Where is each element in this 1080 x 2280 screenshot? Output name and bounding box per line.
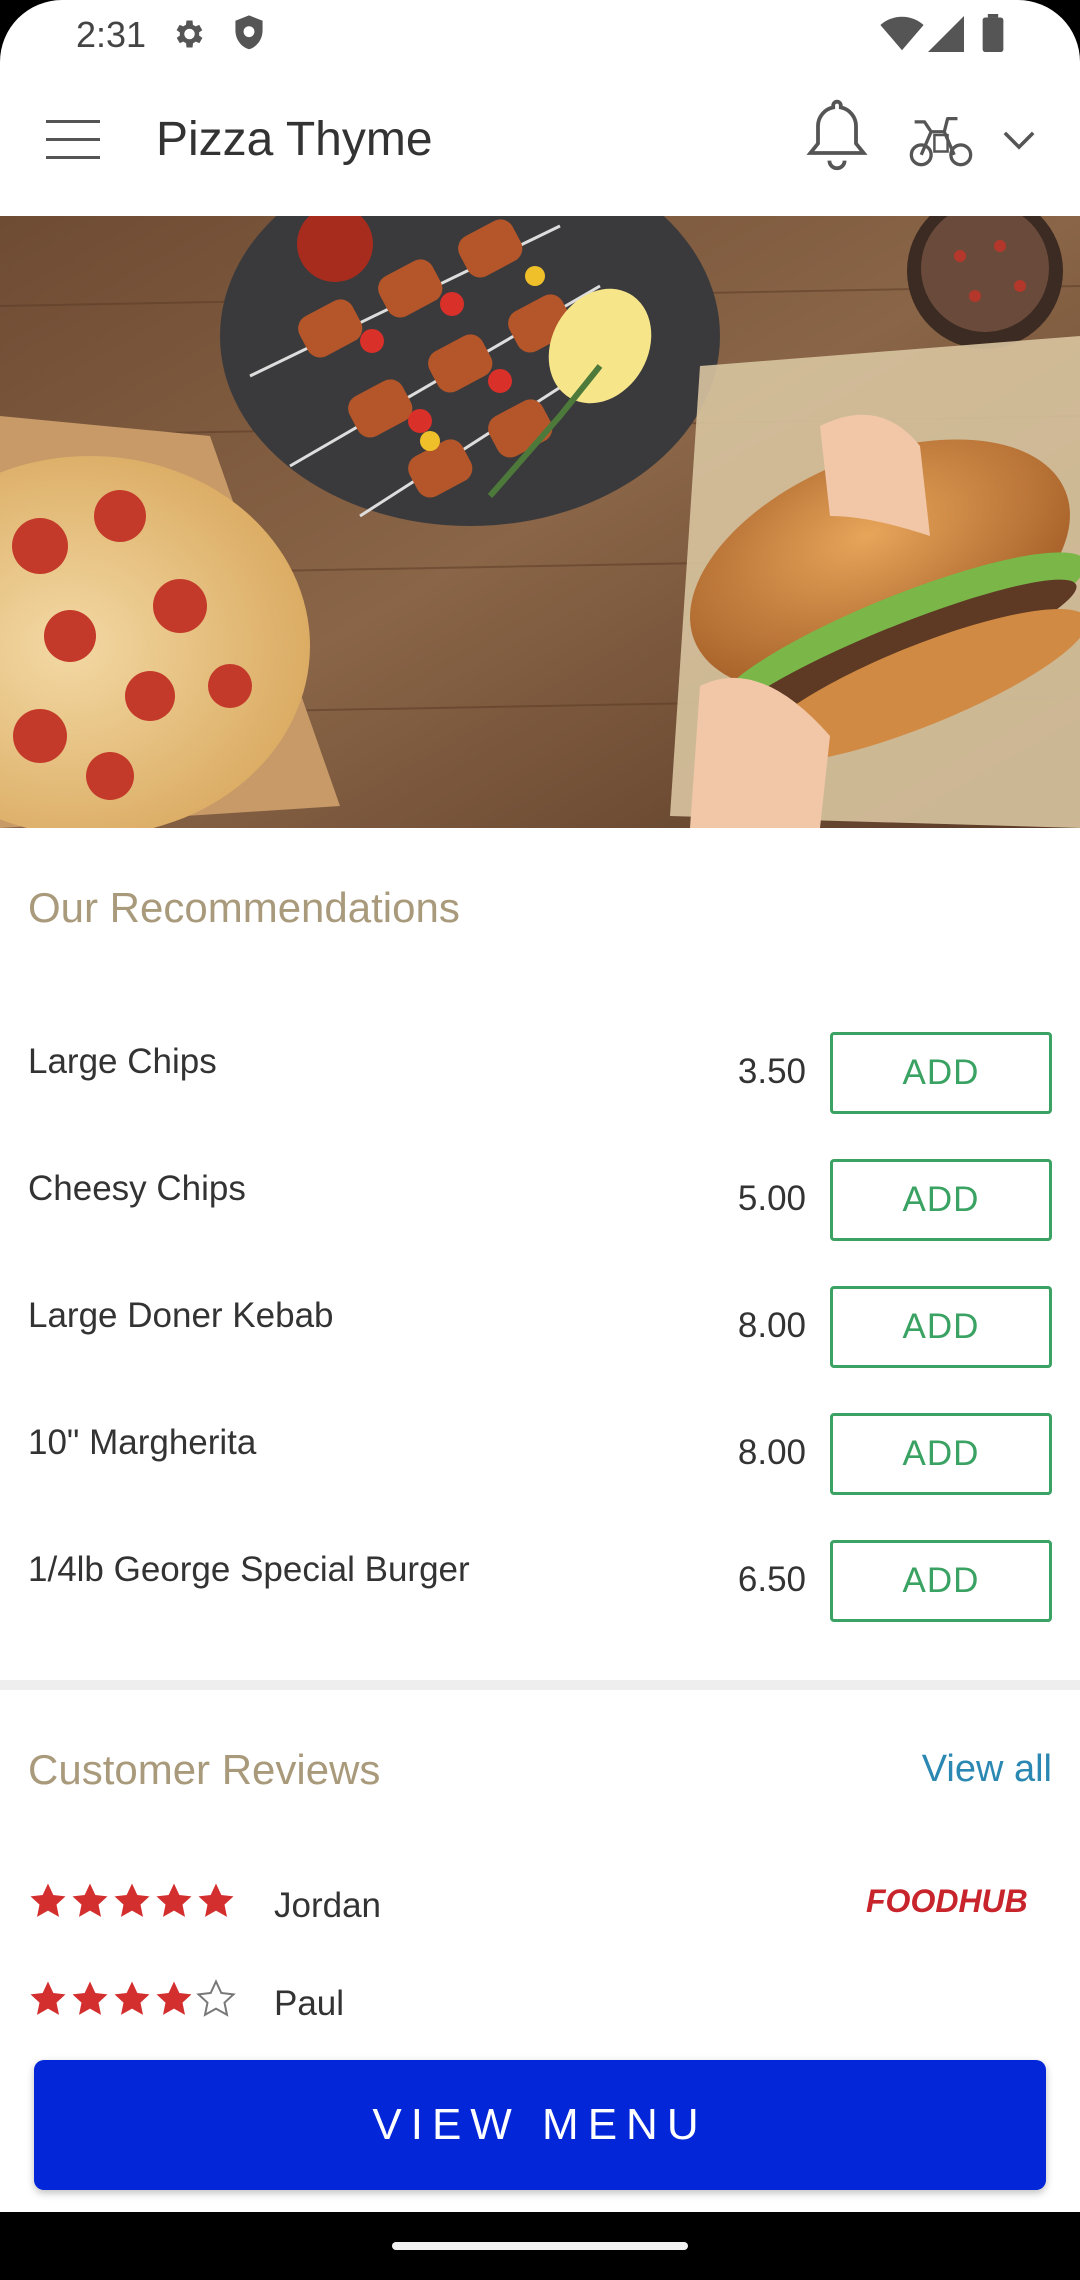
recommendation-item: 1/4lb George Special Burger 6.50 ADD	[0, 1540, 1080, 1624]
reviewer-name: Paul	[274, 1984, 345, 2023]
item-name: Large Doner Kebab	[28, 1296, 334, 1335]
status-bar: 2:31	[0, 0, 1080, 70]
section-divider	[0, 1680, 1080, 1690]
star-rating	[28, 1880, 244, 1926]
hamburger-menu-icon[interactable]	[46, 118, 102, 162]
star-filled-icon	[72, 1981, 108, 2015]
review-item: Jordan FOODHUB	[0, 1880, 1080, 1940]
foodhub-logo: FOODHUB	[866, 1883, 1028, 1919]
item-price: 3.50	[737, 1052, 806, 1091]
recommendation-item: 10" Margherita 8.00 ADD	[0, 1413, 1080, 1497]
star-filled-icon	[30, 1883, 66, 1917]
review-item: Paul	[0, 1978, 1080, 2038]
app-screen: 2:31 Pizza Thyme Our Recommendations Lar…	[0, 0, 1080, 2212]
shield-icon	[235, 15, 263, 50]
delivery-scooter-icon[interactable]	[908, 112, 974, 168]
reviews-heading: Customer Reviews	[28, 1746, 381, 1793]
wifi-icon	[880, 16, 924, 51]
star-filled-icon	[72, 1883, 108, 1917]
cell-signal-icon	[928, 16, 964, 52]
reviewer-name: Jordan	[274, 1886, 382, 1925]
item-price: 8.00	[737, 1306, 806, 1345]
status-time: 2:31	[76, 14, 147, 55]
add-button[interactable]: ADD	[830, 1159, 1052, 1241]
recommendation-item: Cheesy Chips 5.00 ADD	[0, 1159, 1080, 1243]
chevron-down-icon[interactable]	[1002, 128, 1036, 152]
item-name: Large Chips	[28, 1042, 217, 1081]
settings-gear-icon	[176, 20, 203, 48]
gesture-nav-handle[interactable]	[392, 2242, 688, 2250]
app-title: Pizza Thyme	[156, 113, 433, 166]
star-filled-icon	[114, 1981, 150, 2015]
food-photo	[0, 216, 1080, 828]
add-button[interactable]: ADD	[830, 1286, 1052, 1368]
view-all-link[interactable]: View all	[922, 1748, 1052, 1791]
item-price: 6.50	[737, 1560, 806, 1599]
app-bar: Pizza Thyme	[0, 70, 1080, 216]
add-button[interactable]: ADD	[830, 1032, 1052, 1114]
foodhub-logo-text: FOODHUB	[866, 1883, 1028, 1919]
star-rating	[28, 1978, 244, 2024]
recommendation-item: Large Chips 3.50 ADD	[0, 1032, 1080, 1116]
item-name: Cheesy Chips	[28, 1169, 246, 1208]
recommendation-item: Large Doner Kebab 8.00 ADD	[0, 1286, 1080, 1370]
view-menu-button[interactable]: VIEW MENU	[34, 2060, 1046, 2190]
star-filled-icon	[156, 1883, 192, 1917]
hero-food-image	[0, 216, 1080, 828]
star-filled-icon	[30, 1981, 66, 2015]
recommendations-heading: Our Recommendations	[28, 884, 460, 931]
star-empty-icon	[196, 1979, 236, 2017]
item-price: 8.00	[737, 1433, 806, 1472]
star-filled-icon	[114, 1883, 150, 1917]
item-price: 5.00	[737, 1179, 806, 1218]
item-name: 1/4lb George Special Burger	[28, 1550, 470, 1589]
item-name: 10" Margherita	[28, 1423, 257, 1462]
star-filled-icon	[156, 1981, 192, 2015]
add-button[interactable]: ADD	[830, 1540, 1052, 1622]
add-button[interactable]: ADD	[830, 1413, 1052, 1495]
star-filled-icon	[198, 1883, 234, 1917]
notification-bell-icon[interactable]	[804, 96, 870, 172]
battery-icon	[982, 14, 1004, 52]
